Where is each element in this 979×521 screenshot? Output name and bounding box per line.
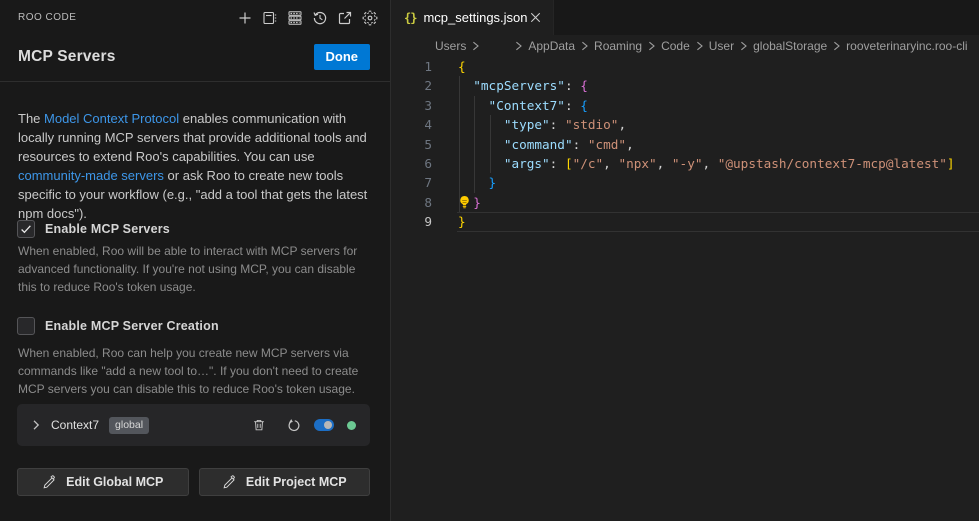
server-status-dot bbox=[347, 421, 356, 430]
trash-icon[interactable] bbox=[252, 418, 266, 432]
enable-mcp-creation-description: When enabled, Roo can help you create ne… bbox=[18, 344, 368, 399]
json-file-icon: {} bbox=[404, 11, 416, 25]
enable-mcp-servers-checkbox[interactable] bbox=[17, 220, 35, 238]
line-number: 1 bbox=[391, 57, 432, 76]
edit-global-mcp-button[interactable]: Edit Global MCP bbox=[17, 468, 189, 496]
intro-link[interactable]: Model Context Protocol bbox=[44, 111, 179, 126]
breadcrumb-item[interactable]: User bbox=[709, 39, 734, 53]
line-number: 8 bbox=[391, 193, 432, 212]
panel-header-icons bbox=[237, 10, 378, 26]
chevron-right-icon bbox=[739, 39, 748, 53]
line-number: 9 bbox=[391, 212, 432, 231]
edit-project-mcp-label: Edit Project MCP bbox=[246, 475, 347, 489]
tab-mcp-settings-json[interactable]: {} mcp_settings.json bbox=[391, 0, 554, 35]
roo-code-panel: ROO CODE bbox=[0, 0, 391, 521]
line-number: 2 bbox=[391, 76, 432, 95]
enable-mcp-servers-label: Enable MCP Servers bbox=[45, 222, 170, 236]
code-area[interactable]: 1{2 "mcpServers": {3 "Context7": {4 "typ… bbox=[391, 57, 979, 521]
tab-filename: mcp_settings.json bbox=[423, 10, 527, 25]
intro-link[interactable]: community-made servers bbox=[18, 168, 164, 183]
breadcrumb-item[interactable]: rooveterinaryinc.roo-cli bbox=[846, 39, 967, 53]
gear-icon[interactable] bbox=[362, 10, 378, 26]
code-line-1[interactable]: 1{ bbox=[391, 57, 979, 76]
refresh-icon[interactable] bbox=[286, 418, 301, 433]
page-title: MCP Servers bbox=[18, 48, 116, 66]
prompts-notepad-icon[interactable] bbox=[262, 10, 278, 26]
line-number: 3 bbox=[391, 96, 432, 115]
enable-mcp-servers-description: When enabled, Roo will be able to intera… bbox=[18, 242, 368, 297]
edit-global-mcp-label: Edit Global MCP bbox=[66, 475, 163, 489]
breadcrumb-item[interactable]: Users bbox=[435, 39, 466, 53]
server-enabled-toggle[interactable] bbox=[314, 419, 334, 431]
breadcrumb-item[interactable]: AppData bbox=[528, 39, 575, 53]
breadcrumb-item[interactable]: Code bbox=[661, 39, 690, 53]
history-icon[interactable] bbox=[312, 10, 328, 26]
chevron-right-icon bbox=[514, 39, 523, 53]
server-row-context7: Context7 global bbox=[17, 404, 370, 446]
intro-paragraph: The Model Context Protocol enables commu… bbox=[18, 109, 374, 223]
chevron-right-icon bbox=[647, 39, 656, 53]
server-scope-badge: global bbox=[109, 417, 149, 434]
done-button[interactable]: Done bbox=[314, 44, 371, 70]
line-number: 5 bbox=[391, 135, 432, 154]
code-line-6[interactable]: 6 "args": ["/c", "npx", "-y", "@upstash/… bbox=[391, 154, 979, 173]
header-divider bbox=[0, 81, 390, 82]
edit-project-mcp-button[interactable]: Edit Project MCP bbox=[199, 468, 371, 496]
indent-guide bbox=[459, 76, 460, 212]
code-line-8[interactable]: 8 } bbox=[391, 193, 979, 212]
breadcrumb-item[interactable]: globalStorage bbox=[753, 39, 827, 53]
enable-mcp-servers-row: Enable MCP Servers bbox=[17, 220, 170, 238]
chevron-right-icon bbox=[832, 39, 841, 53]
pencil-icon bbox=[42, 475, 56, 489]
indent-guide bbox=[490, 115, 491, 173]
code-line-7[interactable]: 7 } bbox=[391, 173, 979, 192]
plus-icon[interactable] bbox=[237, 10, 253, 26]
breadcrumb: Users AppData Roaming Code User globalStorage… bbox=[391, 35, 979, 57]
code-line-4[interactable]: 4 "type": "stdio", bbox=[391, 115, 979, 134]
mcp-server-icon[interactable] bbox=[287, 10, 303, 26]
enable-mcp-creation-checkbox[interactable] bbox=[17, 317, 35, 335]
chevron-right-icon bbox=[695, 39, 704, 53]
pencil-icon bbox=[222, 475, 236, 489]
enable-mcp-creation-row: Enable MCP Server Creation bbox=[17, 317, 219, 335]
indent-guide bbox=[474, 96, 475, 193]
code-line-9[interactable]: 9} bbox=[391, 212, 979, 231]
editor-area: {} mcp_settings.json Users AppData Roaming… bbox=[391, 0, 979, 521]
server-name: Context7 bbox=[51, 418, 99, 432]
current-line-highlight bbox=[457, 212, 979, 231]
panel-header: ROO CODE bbox=[0, 0, 390, 35]
toggle-knob bbox=[324, 421, 332, 429]
code-line-3[interactable]: 3 "Context7": { bbox=[391, 96, 979, 115]
line-number: 7 bbox=[391, 173, 432, 192]
line-number: 6 bbox=[391, 154, 432, 173]
chevron-right-icon[interactable] bbox=[28, 417, 44, 433]
panel-title: ROO CODE bbox=[18, 12, 76, 23]
close-icon[interactable] bbox=[528, 10, 543, 26]
chevron-right-icon bbox=[471, 39, 480, 53]
open-external-icon[interactable] bbox=[337, 10, 353, 26]
chevron-right-icon bbox=[580, 39, 589, 53]
enable-mcp-creation-label: Enable MCP Server Creation bbox=[45, 319, 219, 333]
code-line-5[interactable]: 5 "command": "cmd", bbox=[391, 135, 979, 154]
code-line-2[interactable]: 2 "mcpServers": { bbox=[391, 76, 979, 95]
check-icon bbox=[19, 222, 33, 236]
line-number: 4 bbox=[391, 115, 432, 134]
breadcrumb-item[interactable]: Roaming bbox=[594, 39, 642, 53]
tab-bar: {} mcp_settings.json bbox=[391, 0, 979, 35]
